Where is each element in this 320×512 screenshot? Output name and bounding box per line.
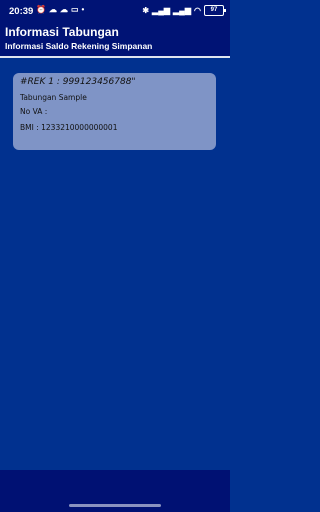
account-number: #REK 1 : 999123456788" — [20, 77, 136, 87]
account-name: Tabungan Sample — [20, 93, 87, 102]
cloud-icon: ☁ — [48, 5, 57, 14]
bluetooth-icon: ✱ — [142, 5, 150, 15]
status-notification-icons: ⏰ ☁ ☁ ▭ • — [36, 5, 84, 15]
cloud-icon: ☁ — [59, 5, 68, 14]
app-bar: Informasi Tabungan Informasi Saldo Reken… — [0, 22, 230, 56]
status-time: 20:39 — [9, 6, 34, 17]
signal-icon: ▂▄▆ — [152, 5, 171, 15]
battery-icon: 97 — [204, 5, 226, 16]
account-bmi: BMI : 1233210000000001 — [20, 123, 118, 132]
alarm-off-icon: ⏰ — [36, 5, 46, 14]
home-indicator[interactable] — [69, 504, 161, 507]
status-system-icons: ✱ ▂▄▆ ▂▄▆ ◠ 97 — [142, 5, 226, 16]
status-bar: 20:39 ⏰ ☁ ☁ ▭ • ✱ ▂▄▆ ▂▄▆ ◠ 97 — [0, 0, 230, 22]
wifi-icon: ◠ — [194, 5, 201, 15]
account-card[interactable]: #REK 1 : 999123456788" Tabungan Sample N… — [13, 73, 216, 150]
page-title: Informasi Tabungan — [5, 25, 119, 39]
dot-icon: • — [81, 5, 85, 14]
laptop-icon: ▭ — [70, 5, 79, 14]
page-subtitle: Informasi Saldo Rekening Simpanan — [5, 41, 153, 51]
account-va: No VA : — [20, 107, 48, 116]
signal-icon: ▂▄▆ — [173, 5, 192, 15]
app-bar-divider — [0, 56, 230, 58]
